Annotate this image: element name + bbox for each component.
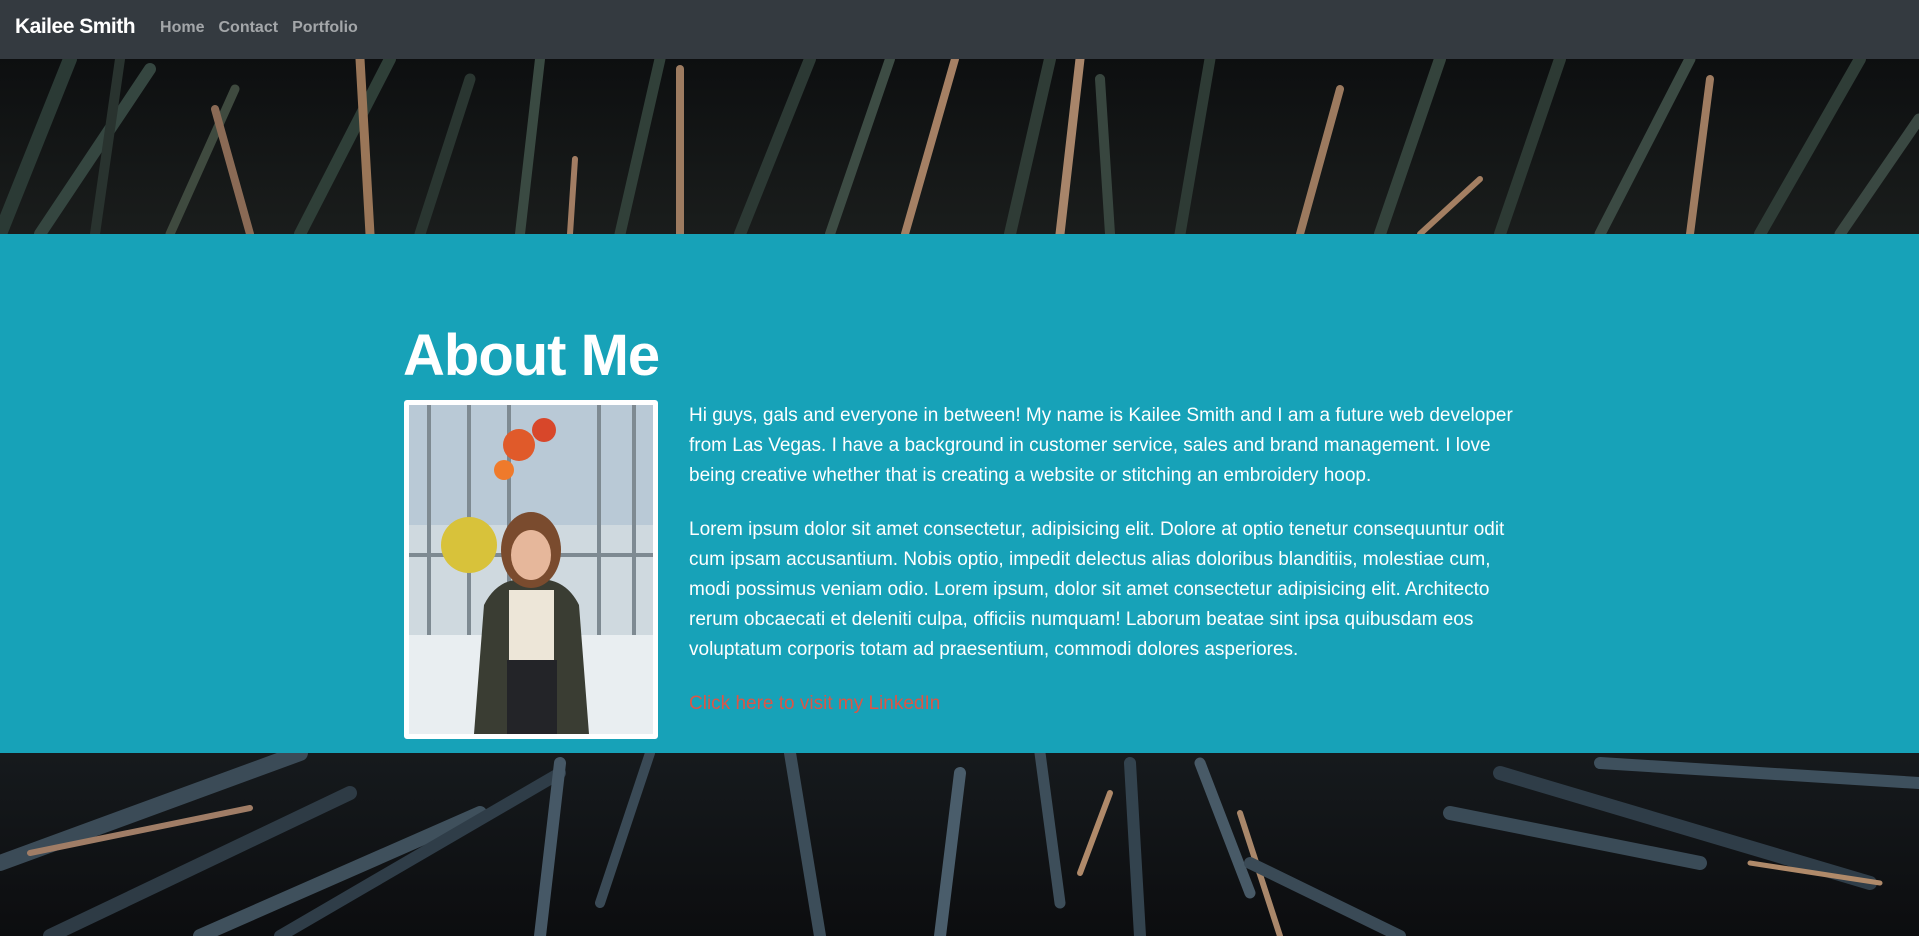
hero-background-bottom	[0, 753, 1919, 936]
about-paragraph-lorem: Lorem ipsum dolor sit amet consectetur, …	[689, 519, 1505, 660]
nav-link-home[interactable]: Home	[160, 19, 204, 37]
about-paragraph-intro: Hi guys, gals and everyone in between! M…	[689, 405, 1513, 486]
about-section: About Me Hi guys, gals and everyone in b…	[0, 234, 1919, 753]
hero-background-top	[0, 59, 1919, 234]
about-text: Hi guys, gals and everyone in between! M…	[689, 401, 1514, 719]
about-title: About Me	[403, 323, 660, 388]
nav-links: Home Contact Portfolio	[160, 19, 372, 37]
profile-photo	[404, 400, 658, 739]
agave-leaves-image-bottom	[0, 753, 1919, 936]
profile-photo-image	[409, 405, 653, 734]
nav-link-contact[interactable]: Contact	[219, 19, 279, 37]
nav-link-portfolio[interactable]: Portfolio	[292, 19, 358, 37]
brand-link[interactable]: Kailee Smith	[15, 15, 136, 39]
linkedin-link[interactable]: Click here to visit my LinkedIn	[689, 689, 940, 719]
agave-leaves-image-top	[0, 59, 1919, 234]
navbar: Kailee Smith Home Contact Portfolio	[0, 0, 1919, 59]
